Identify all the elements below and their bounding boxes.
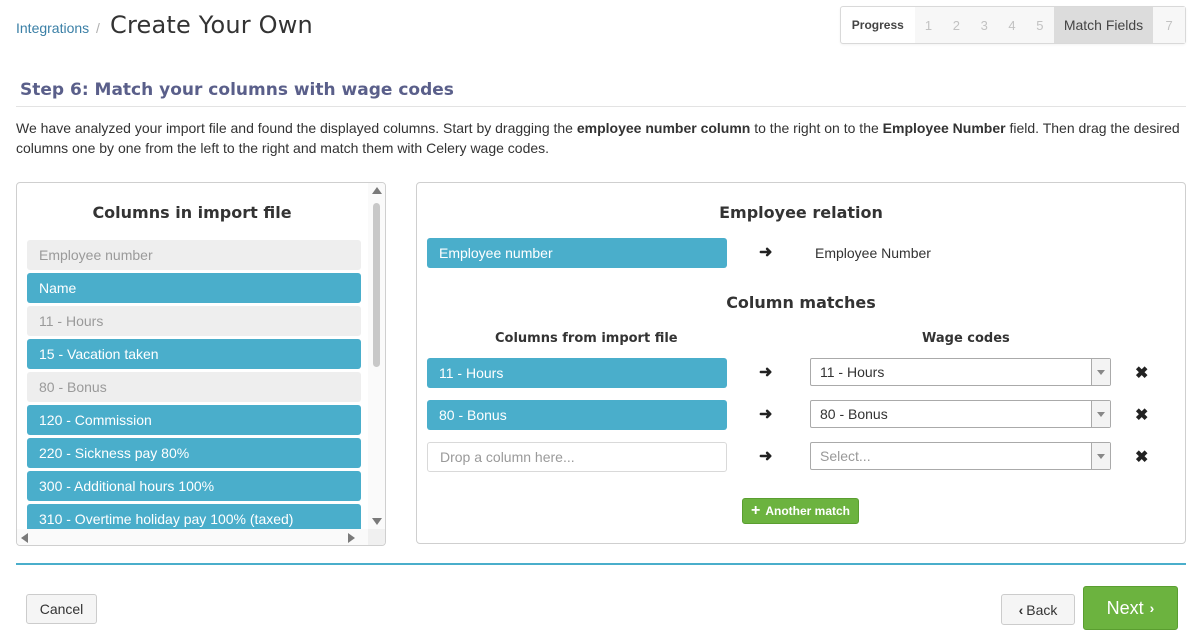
footer-divider bbox=[16, 563, 1186, 565]
back-button[interactable]: ‹ Back bbox=[1001, 594, 1075, 625]
scroll-corner bbox=[368, 529, 385, 545]
chevron-down-icon[interactable] bbox=[1091, 401, 1110, 427]
import-columns-list: Employee number Name 11 - Hours 15 - Vac… bbox=[27, 240, 361, 537]
employee-relation-heading: Employee relation bbox=[719, 203, 883, 222]
column-item[interactable]: 300 - Additional hours 100% bbox=[27, 471, 361, 501]
column-item[interactable]: Name bbox=[27, 273, 361, 303]
scroll-thumb[interactable] bbox=[373, 203, 380, 367]
match-column-chip[interactable]: 80 - Bonus bbox=[427, 400, 727, 430]
column-item: 80 - Bonus bbox=[27, 372, 361, 402]
progress-label: Progress bbox=[851, 18, 904, 32]
column-item[interactable]: 15 - Vacation taken bbox=[27, 339, 361, 369]
next-button[interactable]: Next › bbox=[1083, 586, 1178, 630]
import-columns-heading: Columns in import file bbox=[92, 203, 292, 222]
column-item: Employee number bbox=[27, 240, 361, 270]
cancel-button[interactable]: Cancel bbox=[26, 594, 97, 624]
scroll-right-arrow-icon[interactable] bbox=[348, 533, 355, 543]
wage-code-select[interactable]: Select... bbox=[810, 442, 1111, 470]
chevron-down-icon[interactable] bbox=[1091, 443, 1110, 469]
column-matches-heading: Column matches bbox=[726, 293, 876, 312]
remove-match-icon[interactable]: ✖ bbox=[1135, 447, 1148, 467]
step-divider bbox=[16, 106, 1186, 107]
progress-step-5: 5 bbox=[1025, 7, 1054, 43]
breadcrumb-integrations-link[interactable]: Integrations bbox=[16, 20, 89, 36]
progress-step-1: 1 bbox=[914, 7, 943, 43]
arrow-right-icon: ➜ bbox=[759, 244, 773, 261]
column-item[interactable]: 220 - Sickness pay 80% bbox=[27, 438, 361, 468]
import-columns-panel: Columns in import file Employee number N… bbox=[16, 182, 386, 546]
employee-number-target: Employee Number bbox=[815, 245, 931, 261]
wage-code-select-placeholder: Select... bbox=[820, 448, 871, 464]
arrow-right-icon: ➜ bbox=[759, 406, 773, 423]
breadcrumb-separator: / bbox=[96, 20, 100, 36]
wage-code-select[interactable]: 11 - Hours bbox=[810, 358, 1111, 386]
remove-match-icon[interactable]: ✖ bbox=[1135, 363, 1148, 383]
wage-code-select[interactable]: 80 - Bonus bbox=[810, 400, 1111, 428]
column-item[interactable]: 120 - Commission bbox=[27, 405, 361, 435]
horizontal-scrollbar[interactable] bbox=[17, 529, 369, 545]
column-drop-zone[interactable]: Drop a column here... bbox=[427, 442, 727, 472]
scroll-left-arrow-icon[interactable] bbox=[21, 533, 28, 543]
intro-bold-1: employee number column bbox=[576, 120, 751, 136]
wage-code-select-value: 80 - Bonus bbox=[820, 406, 888, 422]
wage-codes-header: Wage codes bbox=[922, 331, 1010, 346]
employee-number-chip[interactable]: Employee number bbox=[427, 238, 727, 268]
progress-step-active: Match Fields bbox=[1053, 7, 1154, 43]
arrow-right-icon: ➜ bbox=[759, 448, 773, 465]
progress-step-7: 7 bbox=[1153, 7, 1186, 43]
step-title: Step 6: Match your columns with wage cod… bbox=[20, 80, 454, 100]
match-column-chip[interactable]: 11 - Hours bbox=[427, 358, 727, 388]
scroll-down-arrow-icon[interactable] bbox=[372, 518, 382, 525]
arrow-right-icon: ➜ bbox=[759, 364, 773, 381]
progress-step-3: 3 bbox=[970, 7, 999, 43]
vertical-scrollbar[interactable] bbox=[368, 183, 385, 529]
progress-step-2: 2 bbox=[942, 7, 971, 43]
remove-match-icon[interactable]: ✖ bbox=[1135, 405, 1148, 425]
page-title: Create Your Own bbox=[110, 11, 313, 39]
chevron-right-icon: › bbox=[1149, 600, 1155, 616]
intro-part-1: We have analyzed your import file and fo… bbox=[16, 120, 577, 136]
column-item: 11 - Hours bbox=[27, 306, 361, 336]
intro-bold-2: Employee Number bbox=[882, 120, 1006, 136]
intro-part-2: to the right on to the bbox=[750, 120, 883, 136]
intro-text: We have analyzed your import file and fo… bbox=[16, 118, 1186, 158]
back-button-label: Back bbox=[1026, 601, 1058, 618]
progress-bar: Progress 1 2 3 4 5 Match Fields 7 bbox=[840, 6, 1186, 44]
chevron-left-icon: ‹ bbox=[1018, 601, 1024, 618]
matching-panel: Employee relation Employee number ➜ Empl… bbox=[416, 182, 1186, 544]
columns-from-import-header: Columns from import file bbox=[495, 331, 678, 346]
wage-code-select-value: 11 - Hours bbox=[820, 364, 885, 380]
next-button-label: Next bbox=[1106, 597, 1144, 618]
another-match-button[interactable]: + Another match bbox=[742, 498, 859, 524]
progress-step-4: 4 bbox=[998, 7, 1026, 43]
another-match-label: Another match bbox=[765, 504, 851, 518]
chevron-down-icon[interactable] bbox=[1091, 359, 1110, 385]
scroll-up-arrow-icon[interactable] bbox=[372, 187, 382, 194]
plus-icon: + bbox=[750, 502, 761, 519]
